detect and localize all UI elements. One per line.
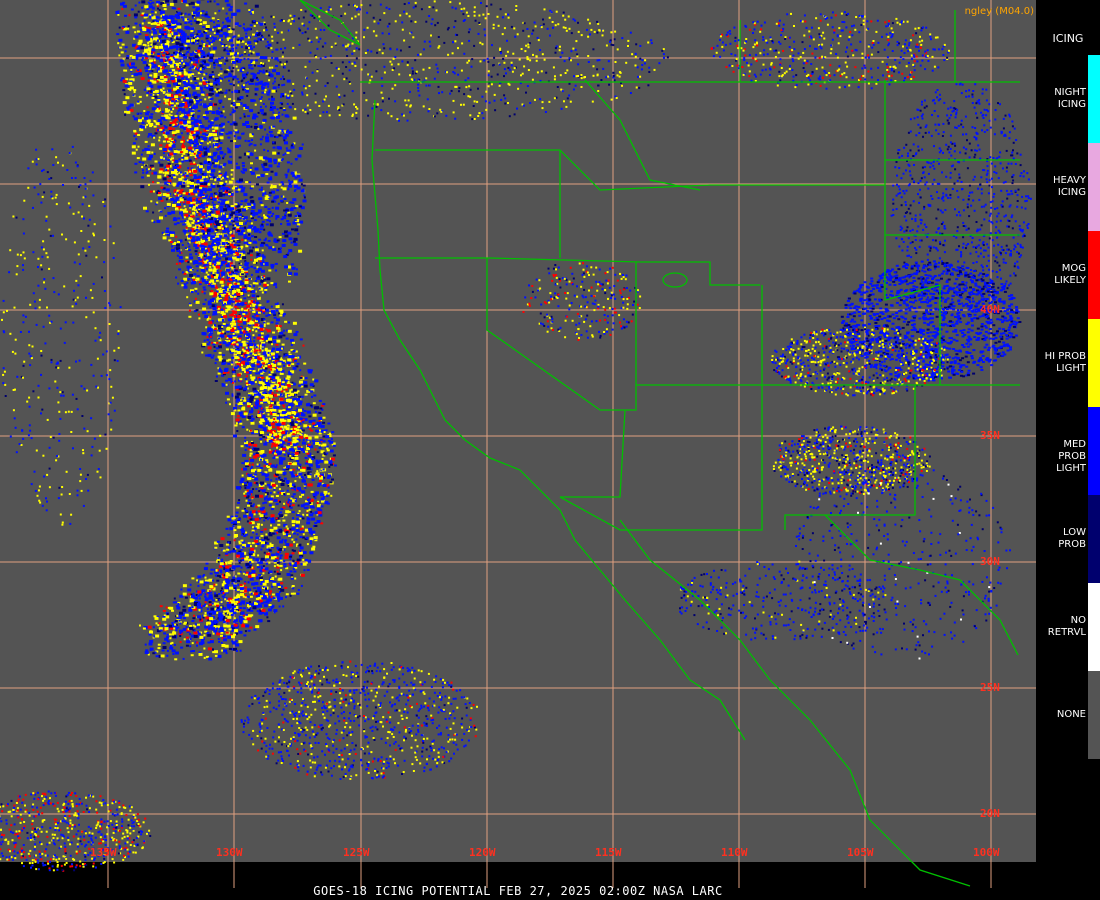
legend-label: HEAVY ICING — [1053, 175, 1086, 198]
legend-swatch — [1088, 319, 1100, 407]
longitude-label: 125W — [343, 846, 370, 859]
latitude-label: 20N — [980, 807, 1000, 820]
legend-item: NO RETRVL — [1036, 583, 1100, 671]
legend-swatch — [1088, 407, 1100, 495]
legend-title: ICING — [1052, 32, 1084, 45]
legend-label: MOG LIKELY — [1054, 263, 1086, 286]
longitude-label: 100W — [973, 846, 1000, 859]
legend-item: NONE — [1036, 671, 1100, 759]
legend-item: HI PROB LIGHT — [1036, 319, 1100, 407]
legend-swatch — [1088, 55, 1100, 143]
longitude-label: 110W — [721, 846, 748, 859]
legend-label: NO RETRVL — [1047, 615, 1086, 638]
map-background — [0, 0, 1036, 862]
legend-label: NIGHT ICING — [1054, 87, 1086, 110]
longitude-label: 130W — [216, 846, 243, 859]
longitude-label: 120W — [469, 846, 496, 859]
legend-swatch — [1088, 143, 1100, 231]
legend-label: HI PROB LIGHT — [1044, 351, 1086, 374]
credit-label: ngley (M04.0) — [964, 6, 1034, 17]
longitude-label: 115W — [595, 846, 622, 859]
legend-label: LOW PROB — [1058, 527, 1086, 550]
icing-map — [0, 0, 1036, 900]
legend-swatch — [1088, 671, 1100, 759]
latitude-label: 35N — [980, 429, 1000, 442]
latitude-label: 30N — [980, 555, 1000, 568]
latitude-label: 40N — [980, 303, 1000, 316]
legend-swatch — [1088, 231, 1100, 319]
legend-swatch — [1088, 583, 1100, 671]
legend-item: HEAVY ICING — [1036, 143, 1100, 231]
legend-label: MED PROB LIGHT — [1056, 439, 1086, 474]
legend-item: LOW PROB — [1036, 495, 1100, 583]
legend-label: NONE — [1056, 709, 1086, 720]
footer-caption: GOES-18 ICING POTENTIAL FEB 27, 2025 02:… — [313, 884, 723, 898]
latitude-label: 25N — [980, 681, 1000, 694]
longitude-label: 135W — [90, 846, 117, 859]
longitude-label: 105W — [847, 846, 874, 859]
legend-item: MED PROB LIGHT — [1036, 407, 1100, 495]
legend: ICING NIGHT ICING HEAVY ICING MOG LIKELY HI… — [1036, 0, 1100, 900]
legend-item: MOG LIKELY — [1036, 231, 1100, 319]
legend-item: NIGHT ICING — [1036, 55, 1100, 143]
legend-swatch — [1088, 495, 1100, 583]
